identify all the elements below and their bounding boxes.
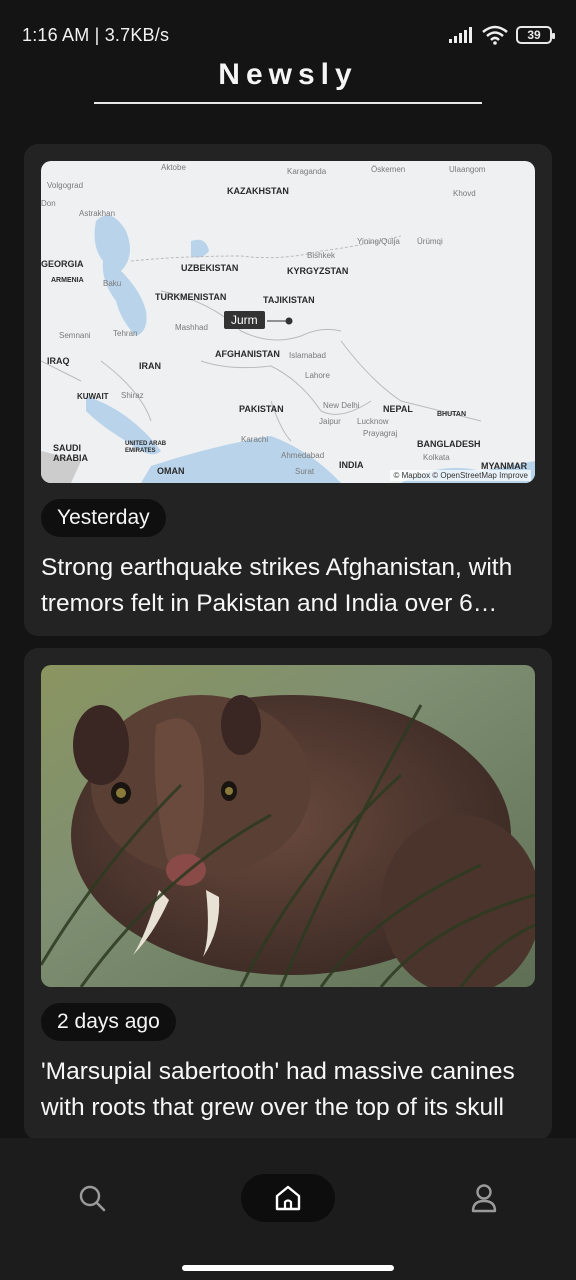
map-label-kuwait: KUWAIT	[77, 392, 109, 401]
time-tag: Yesterday	[41, 499, 166, 537]
map-label-bangladesh: BANGLADESH	[417, 439, 481, 449]
map-image: Aktobe Karaganda Öskemen Ulaangom Volgog…	[41, 161, 535, 483]
wifi-icon	[482, 25, 508, 45]
map-label-iraq: IRAQ	[47, 356, 70, 366]
map-label-aktobe: Aktobe	[161, 163, 186, 172]
map-label-islamabad: Islamabad	[289, 351, 326, 360]
marsupial-sabertooth-illustration	[41, 665, 535, 987]
map-label-urumqi: Ürümqi	[417, 237, 443, 246]
map-label-uae: UNITED ARAB EMIRATES	[125, 441, 167, 454]
time-tag: 2 days ago	[41, 1003, 176, 1041]
headline[interactable]: 'Marsupial sabertooth' had massive canin…	[41, 1054, 535, 1126]
map-label-kazakhstan: KAZAKHSTAN	[227, 186, 289, 196]
battery-icon: 39	[516, 26, 555, 44]
map-label-ahmedabad: Ahmedabad	[281, 451, 325, 460]
map-label-kyrgyzstan: KYRGYZSTAN	[287, 266, 349, 276]
map-label-karaganda: Karaganda	[287, 167, 327, 176]
map-label-pakistan: PAKISTAN	[239, 404, 284, 414]
map-label-semnani: Semnani	[59, 331, 91, 340]
status-icons: 39	[448, 25, 555, 45]
map-label-iran: IRAN	[139, 361, 161, 371]
nav-search-button[interactable]	[68, 1174, 116, 1222]
profile-icon	[471, 1184, 497, 1213]
map-pin-label[interactable]: Jurm	[224, 311, 265, 329]
illustration-svg	[41, 665, 535, 987]
news-card[interactable]: 2 days ago 'Marsupial sabertooth' had ma…	[24, 648, 552, 1140]
map-label-astrakhan: Astrakhan	[79, 209, 116, 218]
map-background: Aktobe Karaganda Öskemen Ulaangom Volgog…	[41, 161, 535, 483]
title-underline	[94, 102, 482, 104]
map-label-baku: Baku	[103, 279, 122, 288]
app-title: Newsly	[218, 58, 358, 91]
nav-profile-button[interactable]	[460, 1174, 508, 1222]
map-label-shiraz: Shiraz	[121, 391, 144, 400]
map-label-mashhad: Mashhad	[175, 323, 208, 332]
map-label-prayagraj: Prayagraj	[363, 429, 398, 438]
home-icon	[275, 1185, 301, 1211]
map-label-yining: Yining/Qulja	[357, 237, 400, 246]
map-label-tehran: Tehran	[113, 329, 138, 338]
map-shapes	[41, 215, 535, 483]
map-label-bhutan: BHUTAN	[437, 411, 467, 418]
map-label-bishkek: Bishkek	[307, 251, 336, 260]
map-label-saudi-arabia: SAUDI ARABIA	[53, 443, 88, 463]
map-label-nepal: NEPAL	[383, 404, 413, 414]
headline[interactable]: Strong earthquake strikes Afghanistan, w…	[41, 550, 535, 622]
signal-icon	[449, 27, 472, 43]
map-label-oskemen: Öskemen	[371, 165, 406, 174]
map-label-ulaangom: Ulaangom	[449, 165, 486, 174]
map-label-lahore: Lahore	[305, 371, 330, 380]
map-label-india: INDIA	[339, 460, 364, 470]
map-label-georgia: GEORGIA	[41, 259, 84, 269]
map-label-afghanistan: AFGHANISTAN	[215, 349, 280, 359]
map-label-kolkata: Kolkata	[423, 453, 450, 462]
home-indicator[interactable]	[182, 1265, 394, 1271]
map-label-don: Don	[41, 199, 56, 208]
map-label-lucknow: Lucknow	[357, 417, 389, 426]
map-label-turkmenistan: TURKMENISTAN	[155, 292, 227, 302]
search-icon	[79, 1185, 106, 1212]
map-label-volgograd: Volgograd	[47, 181, 84, 190]
map-label-new-delhi: New Delhi	[323, 401, 360, 410]
news-card[interactable]: Aktobe Karaganda Öskemen Ulaangom Volgog…	[24, 144, 552, 636]
map-label-tajikistan: TAJIKISTAN	[263, 295, 315, 305]
bottom-nav	[0, 1138, 576, 1280]
map-label-jaipur: Jaipur	[319, 417, 341, 426]
map-credit[interactable]: © Mapbox © OpenStreetMap Improve	[390, 470, 531, 481]
status-time-speed: 1:16 AM | 3.7KB/s	[22, 24, 170, 45]
map-label-uzbekistan: UZBEKISTAN	[181, 263, 239, 273]
map-label-oman: OMAN	[157, 466, 185, 476]
map-label-armenia: ARMENIA	[51, 277, 84, 284]
battery-level: 39	[527, 28, 541, 42]
map-label-khovd: Khovd	[453, 189, 476, 198]
nav-home-button[interactable]	[241, 1174, 335, 1222]
map-label-karachi: Karachi	[241, 435, 269, 444]
map-label-surat: Surat	[295, 467, 315, 476]
